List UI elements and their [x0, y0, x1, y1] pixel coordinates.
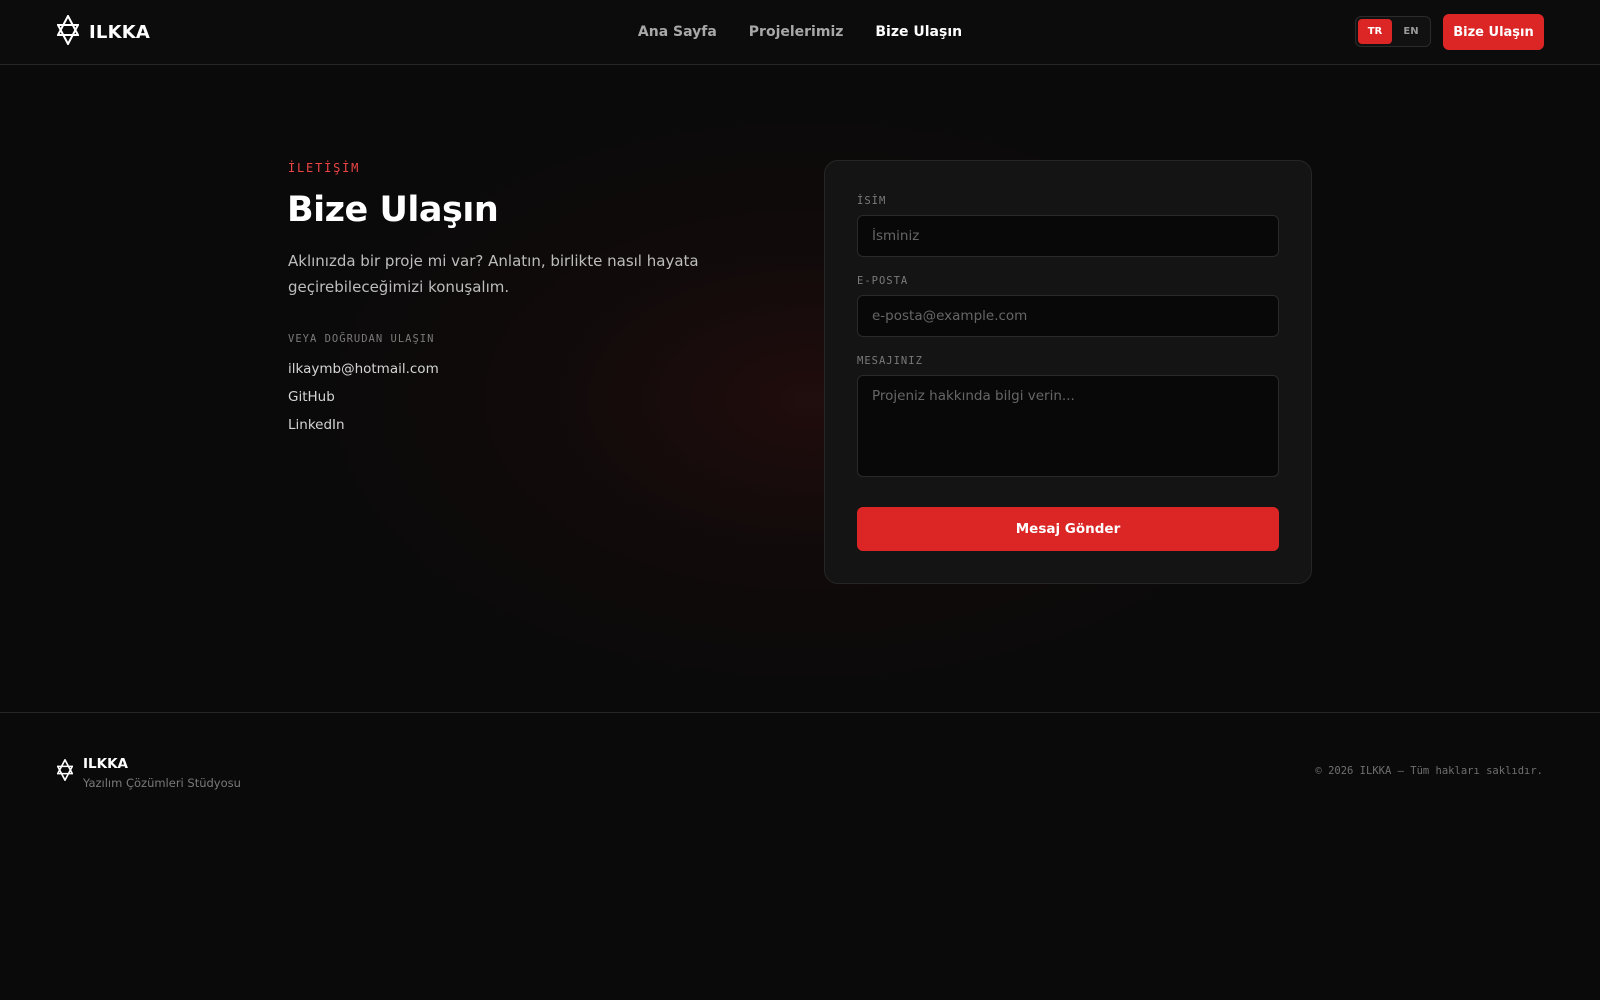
footer-brand-name: ILKKA [83, 756, 128, 772]
send-message-button[interactable]: Mesaj Gönder [857, 507, 1279, 551]
language-switcher: TR EN [1355, 16, 1431, 47]
brand-logo-link[interactable]: ILKKA [56, 13, 150, 49]
header-contact-button[interactable]: Bize Ulaşın [1443, 14, 1544, 50]
lang-en-button[interactable]: EN [1394, 19, 1428, 44]
page-lead: Aklınızda bir proje mi var? Anlatın, bir… [288, 252, 699, 296]
message-textarea[interactable] [857, 375, 1279, 477]
hexagram-icon [56, 13, 80, 49]
email-label: E-POSTA [857, 275, 909, 287]
name-input[interactable] [857, 215, 1279, 257]
footer-tagline: Yazılım Çözümleri Stüdyosu [83, 776, 241, 790]
github-link[interactable]: GitHub [288, 389, 335, 405]
nav-link-contact[interactable]: Bize Ulaşın [875, 24, 962, 40]
contact-page: ILKKA Ana Sayfa Projelerimiz Bize Ulaşın… [0, 0, 1600, 1000]
name-label: İSİM [857, 195, 887, 207]
email-input[interactable] [857, 295, 1279, 337]
footer-brand: ILKKA Yazılım Çözümleri Stüdyosu [56, 756, 241, 790]
email-link[interactable]: ilkaymb@hotmail.com [288, 361, 439, 377]
lang-tr-button[interactable]: TR [1358, 19, 1392, 44]
hexagram-icon [56, 758, 74, 785]
site-header: ILKKA Ana Sayfa Projelerimiz Bize Ulaşın… [0, 0, 1600, 65]
direct-contact-label: VEYA DOĞRUDAN ULAŞIN [288, 333, 435, 345]
section-eyebrow: İLETİŞİM [288, 161, 361, 175]
brand-name: ILKKA [89, 21, 150, 43]
message-label: MESAJINIZ [857, 355, 923, 367]
nav-link-projects[interactable]: Projelerimiz [749, 24, 844, 40]
nav-link-home[interactable]: Ana Sayfa [638, 24, 717, 40]
linkedin-link[interactable]: LinkedIn [288, 417, 345, 433]
copyright-text: © 2026 ILKKA — Tüm hakları saklıdır. [1315, 765, 1543, 777]
page-title: Bize Ulaşın [287, 190, 499, 230]
